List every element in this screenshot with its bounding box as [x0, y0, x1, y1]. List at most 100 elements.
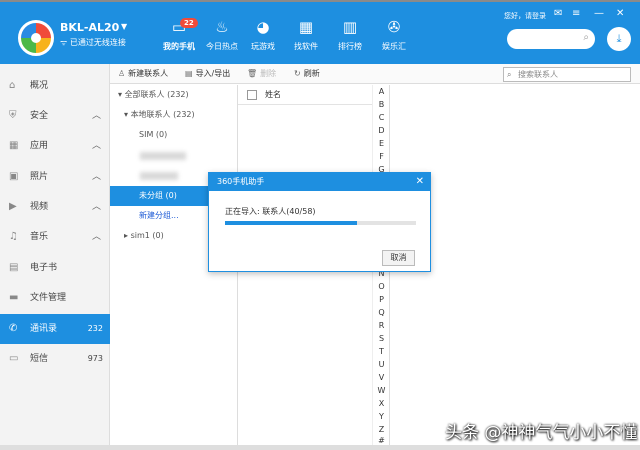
- cancel-button[interactable]: 取消: [382, 250, 415, 266]
- message-icon: ▭: [9, 353, 19, 364]
- music-icon: ♫: [9, 231, 18, 242]
- column-name-header[interactable]: 姓名: [265, 85, 281, 105]
- new-contact-button[interactable]: ♙ 新建联系人: [118, 64, 168, 84]
- alpha-letter[interactable]: #: [373, 436, 390, 445]
- gamepad-icon: ◕: [256, 18, 270, 36]
- group-label: 全部联系人 (232): [124, 90, 189, 99]
- import-export-label: 导入/导出: [195, 69, 231, 78]
- login-link[interactable]: 您好，请登录: [504, 11, 546, 21]
- sidebar-item-label: 应用: [30, 141, 49, 151]
- group-sim[interactable]: SIM (0): [139, 125, 167, 145]
- sidebar-item-label: 电子书: [30, 263, 58, 273]
- global-search-input[interactable]: ⌕: [507, 29, 595, 49]
- alpha-letter[interactable]: Y: [373, 412, 390, 421]
- alpha-letter[interactable]: V: [373, 373, 390, 382]
- film-reel-icon: ✇: [387, 18, 401, 36]
- sidebar-item-label: 音乐: [30, 232, 49, 242]
- notification-badge: 22: [180, 18, 198, 28]
- chevron-up-icon[interactable]: ︿: [92, 222, 101, 252]
- new-group-link[interactable]: 新建分组...: [139, 206, 179, 226]
- alpha-letter[interactable]: Q: [373, 308, 390, 317]
- close-icon[interactable]: ✕: [416, 173, 424, 191]
- app-header: BKL-AL20 ▼ ᯤ 已通过无线连接 ▭ 22 我的手机 ♨ 今日热点 ◕ …: [0, 2, 640, 64]
- sidebar-item-overview[interactable]: ⌂ 概况: [0, 71, 110, 101]
- folder-icon: ▬: [9, 292, 19, 303]
- apps-icon: ▦: [298, 18, 314, 36]
- import-export-button[interactable]: ▤ 导入/导出: [185, 64, 230, 84]
- nav-label: 玩游戏: [251, 42, 275, 51]
- book-icon: ▤: [9, 262, 19, 273]
- alpha-letter[interactable]: C: [373, 113, 390, 122]
- search-placeholder: 搜索联系人: [518, 70, 558, 79]
- nav-label: 我的手机: [163, 42, 195, 51]
- group-label: sim1 (0): [130, 231, 164, 240]
- photo-icon: ▣: [9, 171, 19, 182]
- sidebar-item-photos[interactable]: ▣ 照片 ︿: [0, 162, 110, 192]
- alpha-letter[interactable]: R: [373, 321, 390, 330]
- nav-games[interactable]: ◕ 玩游戏: [245, 16, 281, 60]
- alpha-letter[interactable]: E: [373, 139, 390, 148]
- sidebar-item-label: 安全: [30, 111, 49, 121]
- alpha-letter[interactable]: P: [373, 295, 390, 304]
- chevron-up-icon[interactable]: ︿: [92, 131, 101, 161]
- chevron-up-icon[interactable]: ︿: [92, 192, 101, 222]
- sidebar-item-sms[interactable]: ▭ 短信 973: [0, 344, 110, 374]
- menu-icon[interactable]: ≡: [572, 8, 580, 19]
- alpha-letter[interactable]: D: [373, 126, 390, 135]
- import-progress-bar: [225, 221, 416, 225]
- wifi-icon: ᯤ: [60, 38, 70, 47]
- sidebar-item-contacts[interactable]: ✆ 通讯录 232: [0, 314, 110, 344]
- contacts-toolbar: ♙ 新建联系人 ▤ 导入/导出 🗑 删除 ↻ 刷新 ⌕ 搜索联系人: [110, 64, 640, 84]
- chevron-up-icon[interactable]: ︿: [92, 162, 101, 192]
- sidebar-item-files[interactable]: ▬ 文件管理: [0, 283, 110, 313]
- contact-search-input[interactable]: ⌕ 搜索联系人: [503, 67, 631, 82]
- grid-icon: ▦: [9, 140, 19, 151]
- delete-label: 删除: [260, 69, 277, 78]
- download-icon[interactable]: ⤓: [607, 27, 631, 51]
- select-all-checkbox[interactable]: [247, 90, 257, 100]
- dialog-title-text: 360手机助手: [217, 177, 265, 186]
- refresh-label: 刷新: [303, 69, 320, 78]
- progress-fill: [225, 221, 357, 225]
- sidebar-item-music[interactable]: ♫ 音乐 ︿: [0, 222, 110, 252]
- nav-find-software[interactable]: ▦ 找软件: [288, 16, 324, 60]
- group-sim1[interactable]: ▸ sim1 (0): [124, 226, 164, 246]
- group-local-contacts[interactable]: ▾ 本地联系人 (232): [124, 105, 195, 125]
- alpha-letter[interactable]: B: [373, 100, 390, 109]
- app-logo-icon: [18, 20, 54, 56]
- sidebar-item-ebook[interactable]: ▤ 电子书: [0, 253, 110, 283]
- nav-ranking[interactable]: ▥ 排行榜: [332, 16, 368, 60]
- alpha-letter[interactable]: F: [373, 152, 390, 161]
- alpha-letter[interactable]: X: [373, 399, 390, 408]
- contacts-count: 232: [87, 324, 103, 333]
- nav-today-hot[interactable]: ♨ 今日热点: [202, 16, 242, 60]
- alpha-letter[interactable]: A: [373, 87, 390, 96]
- skin-icon[interactable]: ✉: [554, 8, 562, 19]
- chevron-up-icon[interactable]: ︿: [92, 101, 101, 131]
- alpha-letter[interactable]: T: [373, 347, 390, 356]
- home-icon: ⌂: [9, 80, 16, 91]
- alpha-letter[interactable]: S: [373, 334, 390, 343]
- alpha-letter[interactable]: O: [373, 282, 390, 291]
- sidebar: ⌂ 概况 ⛨ 安全 ︿ ▦ 应用 ︿ ▣ 照片 ︿ ▶ 视频 ︿ ♫ 音乐 ︿ …: [0, 64, 110, 450]
- person-add-icon: ♙: [118, 69, 126, 78]
- group-label: 未分组 (0): [139, 191, 177, 200]
- alpha-letter[interactable]: Z: [373, 425, 390, 434]
- minimize-icon[interactable]: —: [594, 8, 604, 19]
- sidebar-item-video[interactable]: ▶ 视频 ︿: [0, 192, 110, 222]
- sidebar-item-label: 视频: [30, 202, 49, 212]
- nav-label: 今日热点: [206, 42, 238, 51]
- close-icon[interactable]: ✕: [616, 8, 624, 19]
- alpha-letter[interactable]: W: [373, 386, 390, 395]
- sidebar-item-apps[interactable]: ▦ 应用 ︿: [0, 131, 110, 161]
- sidebar-item-security[interactable]: ⛨ 安全 ︿: [0, 101, 110, 131]
- nav-my-phone[interactable]: ▭ 22 我的手机: [158, 16, 200, 60]
- delete-button[interactable]: 🗑 删除: [247, 64, 276, 84]
- nav-label: 找软件: [294, 42, 318, 51]
- device-name[interactable]: BKL-AL20: [60, 21, 119, 34]
- group-all-contacts[interactable]: ▾ 全部联系人 (232): [118, 85, 189, 105]
- alpha-letter[interactable]: U: [373, 360, 390, 369]
- nav-entertainment[interactable]: ✇ 娱乐汇: [376, 16, 412, 60]
- refresh-button[interactable]: ↻ 刷新: [294, 64, 320, 84]
- chevron-down-icon[interactable]: ▼: [121, 22, 127, 31]
